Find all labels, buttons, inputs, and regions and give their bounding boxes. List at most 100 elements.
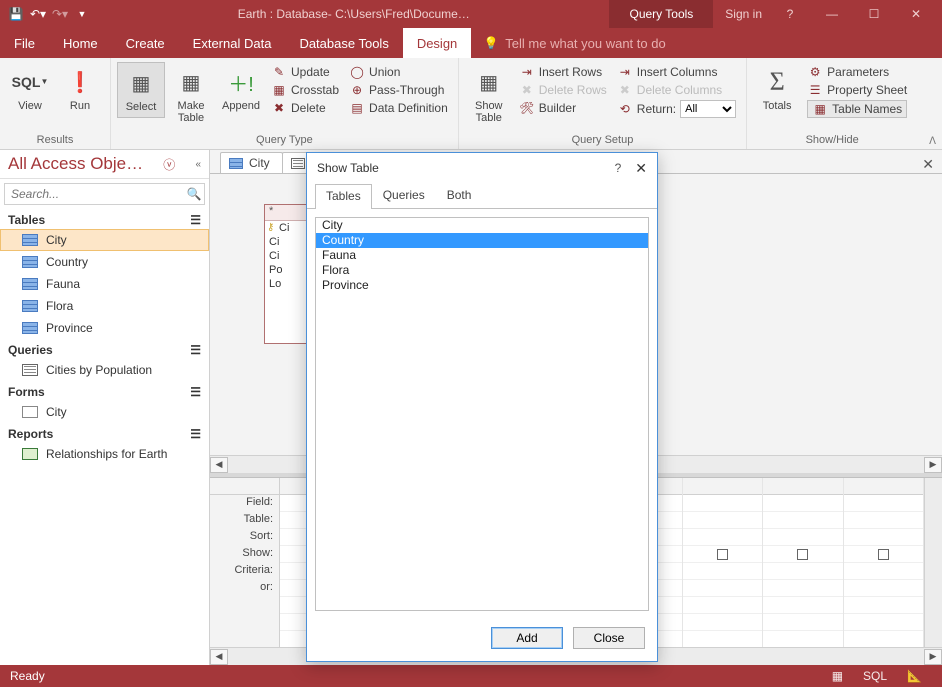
grid-cell[interactable] bbox=[683, 580, 763, 597]
parameters-button[interactable]: ⚙Parameters bbox=[807, 64, 907, 80]
scroll-right-icon[interactable]: ▶ bbox=[924, 649, 942, 665]
builder-button[interactable]: 🛠Builder bbox=[519, 100, 607, 116]
redo-icon[interactable]: ↷▾ bbox=[52, 6, 68, 22]
nav-group-forms[interactable]: Forms☰ bbox=[0, 381, 209, 401]
dialog-list-item[interactable]: Flora bbox=[316, 263, 648, 278]
nav-item-city[interactable]: City bbox=[0, 229, 209, 251]
nav-dropdown-icon[interactable]: ⓥ bbox=[163, 156, 175, 173]
close-button[interactable]: Close bbox=[573, 627, 645, 649]
undo-icon[interactable]: ↶▾ bbox=[30, 6, 46, 22]
tell-me-input[interactable]: Tell me what you want to do bbox=[501, 28, 665, 58]
help-icon[interactable]: ? bbox=[776, 7, 804, 21]
search-input[interactable] bbox=[5, 184, 184, 204]
chevron-up-icon[interactable]: ☰ bbox=[190, 427, 201, 441]
dialog-tab-queries[interactable]: Queries bbox=[372, 183, 436, 208]
dialog-tab-tables[interactable]: Tables bbox=[315, 184, 372, 209]
make-table-button[interactable]: ▦Make Table bbox=[167, 62, 215, 128]
grid-cell[interactable] bbox=[763, 563, 843, 580]
grid-cell[interactable] bbox=[763, 546, 843, 563]
show-checkbox[interactable] bbox=[717, 549, 728, 560]
qat-customize-icon[interactable]: ▼ bbox=[74, 6, 90, 22]
grid-vscroll[interactable] bbox=[924, 478, 942, 647]
grid-cell[interactable] bbox=[683, 614, 763, 631]
dialog-list-item[interactable]: Fauna bbox=[316, 248, 648, 263]
view-sql-button[interactable]: SQL bbox=[853, 669, 897, 683]
tab-external-data[interactable]: External Data bbox=[179, 28, 286, 58]
grid-cell[interactable] bbox=[844, 563, 924, 580]
delete-button[interactable]: ✖Delete bbox=[271, 100, 339, 116]
doc-tab-city[interactable]: City bbox=[220, 152, 283, 173]
dialog-help-icon[interactable]: ? bbox=[615, 161, 622, 175]
nav-group-reports[interactable]: Reports☰ bbox=[0, 423, 209, 443]
grid-cell[interactable] bbox=[844, 580, 924, 597]
grid-cell[interactable] bbox=[763, 529, 843, 546]
nav-item-fauna[interactable]: Fauna bbox=[0, 273, 209, 295]
scroll-right-icon[interactable]: ▶ bbox=[924, 457, 942, 473]
table-names-button[interactable]: ▦Table Names bbox=[807, 100, 907, 118]
dialog-list-item[interactable]: Country bbox=[316, 233, 648, 248]
nav-item-report-relationships[interactable]: Relationships for Earth bbox=[0, 443, 209, 465]
grid-cell[interactable] bbox=[683, 597, 763, 614]
tellme-icon[interactable]: 💡 bbox=[481, 28, 501, 58]
chevron-up-icon[interactable]: ☰ bbox=[190, 343, 201, 357]
collapse-ribbon-icon[interactable]: ᐱ bbox=[929, 136, 936, 147]
save-icon[interactable]: 💾 bbox=[8, 6, 24, 22]
insert-rows-button[interactable]: ⇥Insert Rows bbox=[519, 64, 607, 80]
dialog-list[interactable]: CityCountryFaunaFloraProvince bbox=[315, 217, 649, 611]
chevron-up-icon[interactable]: ☰ bbox=[190, 385, 201, 399]
scroll-left-icon[interactable]: ◀ bbox=[210, 457, 228, 473]
grid-cell[interactable] bbox=[683, 495, 763, 512]
grid-cell[interactable] bbox=[683, 529, 763, 546]
grid-cell[interactable] bbox=[844, 512, 924, 529]
update-button[interactable]: ✎Update bbox=[271, 64, 339, 80]
minimize-icon[interactable]: — bbox=[818, 7, 846, 21]
show-checkbox[interactable] bbox=[878, 549, 889, 560]
show-table-button[interactable]: ▦Show Table bbox=[465, 62, 513, 128]
dialog-list-item[interactable]: Province bbox=[316, 278, 648, 293]
grid-cell[interactable] bbox=[844, 495, 924, 512]
nav-item-province[interactable]: Province bbox=[0, 317, 209, 339]
nav-collapse-icon[interactable]: « bbox=[195, 159, 201, 170]
insert-columns-button[interactable]: ⇥Insert Columns bbox=[617, 64, 736, 80]
scroll-left-icon[interactable]: ◀ bbox=[210, 649, 228, 665]
crosstab-button[interactable]: ▦Crosstab bbox=[271, 82, 339, 98]
grid-cell[interactable] bbox=[683, 563, 763, 580]
append-button[interactable]: ＋!Append bbox=[217, 62, 265, 116]
show-checkbox[interactable] bbox=[797, 549, 808, 560]
tab-database-tools[interactable]: Database Tools bbox=[285, 28, 402, 58]
grid-cell[interactable] bbox=[683, 512, 763, 529]
tab-home[interactable]: Home bbox=[49, 28, 112, 58]
grid-column[interactable] bbox=[683, 478, 764, 647]
nav-search[interactable]: 🔍 bbox=[4, 183, 205, 205]
union-button[interactable]: ◯Union bbox=[349, 64, 448, 80]
grid-column[interactable] bbox=[844, 478, 925, 647]
grid-column[interactable] bbox=[763, 478, 844, 647]
search-icon[interactable]: 🔍 bbox=[184, 187, 204, 201]
grid-cell[interactable] bbox=[763, 597, 843, 614]
grid-cell[interactable] bbox=[763, 512, 843, 529]
passthrough-button[interactable]: ⊕Pass-Through bbox=[349, 82, 448, 98]
dialog-titlebar[interactable]: Show Table ? ✕ bbox=[307, 153, 657, 183]
totals-button[interactable]: ΣTotals bbox=[753, 62, 801, 116]
grid-cell[interactable] bbox=[683, 546, 763, 563]
nav-group-queries[interactable]: Queries☰ bbox=[0, 339, 209, 359]
dialog-close-icon[interactable]: ✕ bbox=[635, 160, 647, 177]
close-icon[interactable]: ✕ bbox=[902, 7, 930, 21]
add-button[interactable]: Add bbox=[491, 627, 563, 649]
dialog-tab-both[interactable]: Both bbox=[436, 183, 483, 208]
nav-item-cities-by-population[interactable]: Cities by Population bbox=[0, 359, 209, 381]
grid-cell[interactable] bbox=[844, 597, 924, 614]
view-button[interactable]: SQL▼ View bbox=[6, 62, 54, 116]
grid-cell[interactable] bbox=[844, 546, 924, 563]
nav-item-form-city[interactable]: City bbox=[0, 401, 209, 423]
dialog-list-item[interactable]: City bbox=[316, 218, 648, 233]
nav-group-tables[interactable]: Tables☰ bbox=[0, 209, 209, 229]
doc-close-icon[interactable]: ✕ bbox=[914, 156, 942, 173]
maximize-icon[interactable]: ☐ bbox=[860, 7, 888, 21]
nav-header[interactable]: All Access Obje… ⓥ « bbox=[0, 150, 209, 179]
return-select[interactable]: All bbox=[680, 100, 736, 118]
sign-in-link[interactable]: Sign in bbox=[725, 7, 762, 21]
property-sheet-button[interactable]: ☰Property Sheet bbox=[807, 82, 907, 98]
tab-file[interactable]: File bbox=[0, 28, 49, 58]
grid-cell[interactable] bbox=[763, 495, 843, 512]
